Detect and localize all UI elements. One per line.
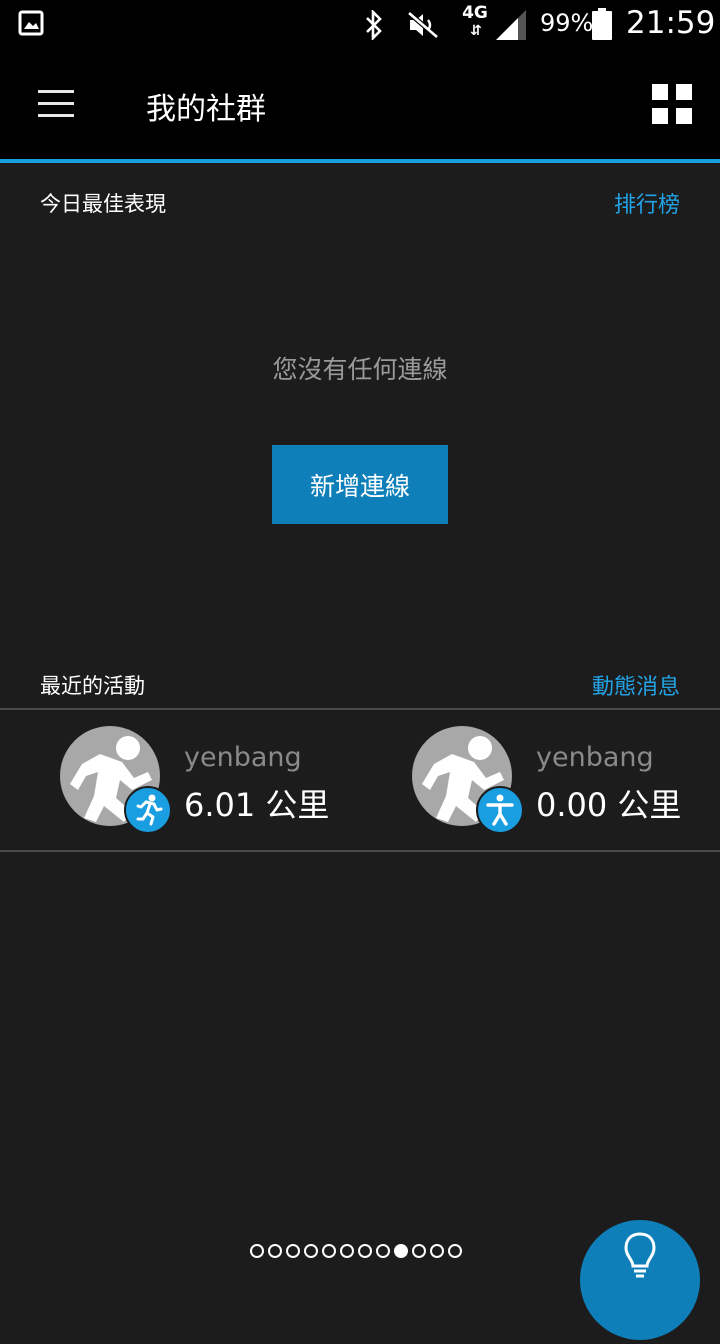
- activity-card[interactable]: yenbang 6.01 公里: [60, 724, 390, 834]
- page-dot[interactable]: [304, 1244, 318, 1258]
- page-dot[interactable]: [448, 1244, 462, 1258]
- app-bar: 我的社群: [0, 48, 720, 159]
- page-dot[interactable]: [412, 1244, 426, 1258]
- page-indicator: [250, 1244, 462, 1262]
- recent-activities-title: 最近的活動: [40, 674, 145, 698]
- network-type: 4G: [462, 3, 488, 23]
- no-connections-message: 您沒有任何連線: [272, 355, 448, 384]
- person-icon: [476, 786, 524, 834]
- page-dot[interactable]: [322, 1244, 336, 1258]
- activity-distance: 0.00 公里: [536, 786, 682, 824]
- tips-button[interactable]: [580, 1220, 700, 1340]
- widgets-grid-icon[interactable]: [648, 80, 696, 128]
- mute-icon: [407, 11, 439, 39]
- page-dot[interactable]: [286, 1244, 300, 1258]
- network-indicator: 4G ⇵: [460, 4, 490, 44]
- page-dot[interactable]: [268, 1244, 282, 1258]
- clock: 21:59: [626, 5, 716, 41]
- leaderboard-link[interactable]: 排行榜: [614, 187, 680, 219]
- activity-user-name: yenbang: [536, 742, 654, 773]
- add-connection-button[interactable]: 新增連線: [272, 445, 448, 524]
- network-arrows-icon: ⇵: [470, 23, 482, 39]
- running-icon: [124, 786, 172, 834]
- activity-user-name: yenbang: [184, 742, 302, 773]
- best-today-title: 今日最佳表現: [40, 192, 166, 216]
- page-dot[interactable]: [340, 1244, 354, 1258]
- battery-percent: 99%: [540, 9, 594, 37]
- divider: [0, 708, 720, 710]
- gallery-icon: [18, 10, 44, 36]
- page-dot[interactable]: [250, 1244, 264, 1258]
- menu-icon[interactable]: [30, 86, 82, 122]
- page-dot[interactable]: [430, 1244, 444, 1258]
- page-dot[interactable]: [358, 1244, 372, 1258]
- divider: [0, 850, 720, 852]
- signal-icon: [496, 10, 526, 40]
- status-bar: 4G ⇵ 99% 21:59: [0, 0, 720, 48]
- news-feed-link[interactable]: 動態消息: [592, 669, 680, 701]
- battery-icon: [592, 8, 612, 40]
- activity-card[interactable]: yenbang 0.00 公里: [412, 724, 720, 834]
- page-title: 我的社群: [146, 92, 266, 127]
- app-bar-accent-line: [0, 159, 720, 163]
- bluetooth-icon: [366, 10, 382, 40]
- lightbulb-icon: [624, 1232, 656, 1278]
- activity-distance: 6.01 公里: [184, 786, 330, 824]
- page-dot[interactable]: [376, 1244, 390, 1258]
- page-dot-active[interactable]: [394, 1244, 408, 1258]
